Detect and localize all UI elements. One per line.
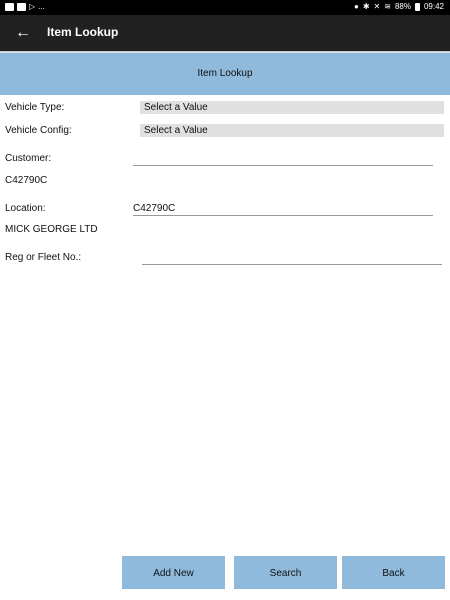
- reg-fleet-label: Reg or Fleet No.:: [5, 252, 82, 263]
- battery-icon: [414, 2, 420, 11]
- mute-icon: ✕: [373, 2, 381, 11]
- app-bar: ← Item Lookup: [0, 15, 450, 51]
- vehicle-type-select[interactable]: Select a Value: [140, 101, 444, 114]
- location-input[interactable]: [133, 201, 433, 216]
- bluetooth-icon: ✱: [362, 2, 370, 11]
- location-label: Location:: [5, 203, 46, 214]
- vehicle-type-label: Vehicle Type:: [5, 102, 65, 113]
- status-bar: ▷ ... ● ✱ ✕ ≋ 88% 09:42: [0, 0, 450, 15]
- customer-input[interactable]: [133, 151, 433, 166]
- status-left: ▷ ...: [5, 2, 45, 11]
- back-arrow-icon[interactable]: ←: [14, 24, 32, 42]
- vehicle-config-select[interactable]: Select a Value: [140, 124, 444, 137]
- status-overflow-text: ...: [38, 2, 45, 11]
- customer-label: Customer:: [5, 153, 52, 164]
- clock: 09:42: [423, 2, 444, 11]
- customer-code: C42790C: [5, 175, 48, 186]
- message-icon: [17, 2, 26, 11]
- add-new-button[interactable]: Add New: [122, 556, 225, 589]
- battery-percent: 88%: [394, 2, 411, 11]
- reg-fleet-input[interactable]: [142, 250, 442, 265]
- page-header: Item Lookup: [0, 53, 450, 95]
- status-right: ● ✱ ✕ ≋ 88% 09:42: [354, 2, 444, 11]
- wifi-icon: ≋: [384, 2, 391, 11]
- location-name: MICK GEORGE LTD: [5, 224, 98, 235]
- vehicle-config-label: Vehicle Config:: [5, 125, 72, 136]
- back-button[interactable]: Back: [342, 556, 445, 589]
- notification-icon: [5, 2, 14, 11]
- search-button[interactable]: Search: [234, 556, 337, 589]
- location-icon: ●: [354, 2, 359, 11]
- play-icon: ▷: [29, 2, 36, 11]
- app-title: Item Lookup: [47, 25, 119, 39]
